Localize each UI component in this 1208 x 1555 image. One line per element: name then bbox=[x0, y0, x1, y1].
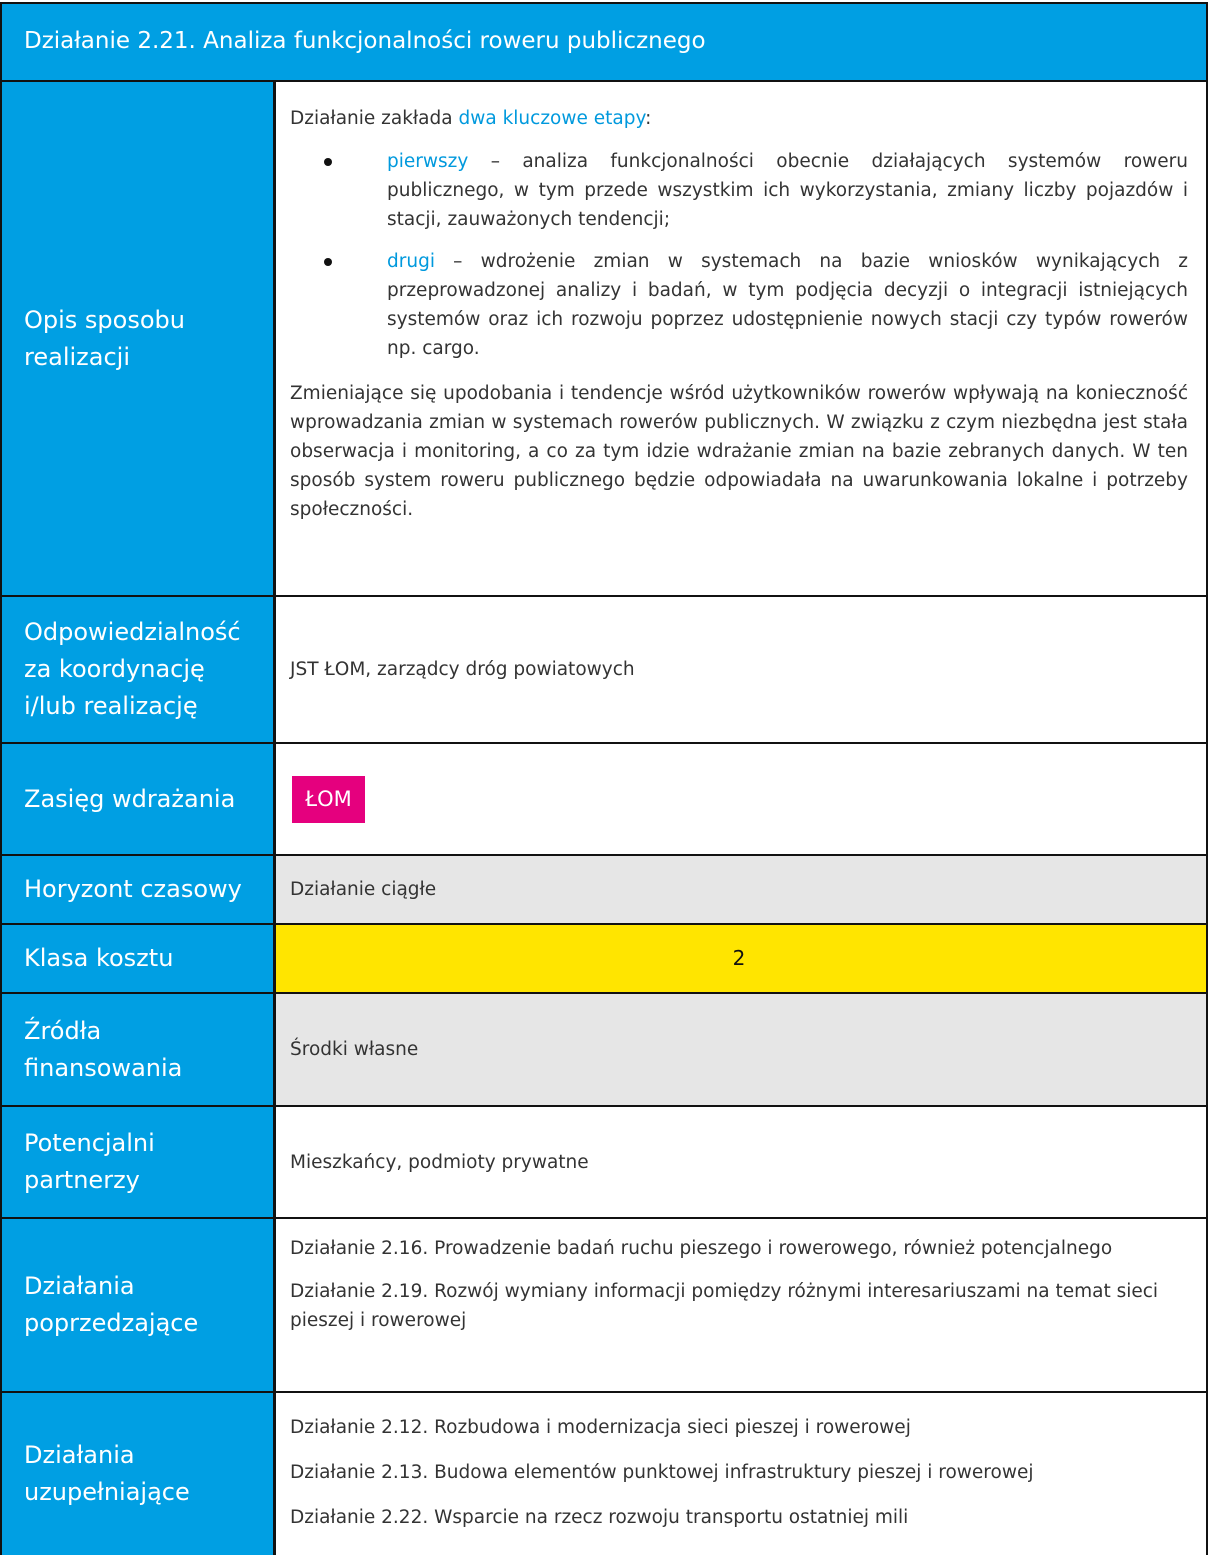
poprzedzajace-item-1: Działanie 2.16. Prowadzenie badań ruchu … bbox=[290, 1238, 1113, 1259]
row-label-partnerzy: Potencjalni partnerzy bbox=[2, 1107, 276, 1217]
row-horyzont: Horyzont czasowy Działanie ciągłe bbox=[0, 856, 1208, 925]
opis-intro-prefix: Działanie zakłada bbox=[290, 108, 459, 129]
opis-bullet-1: pierwszy – analiza funkcjonalności obecn… bbox=[290, 147, 1188, 234]
bullet-text: – wdrożenie zmian w systemach na bazie w… bbox=[387, 251, 1188, 359]
partnerzy-value: Mieszkańcy, podmioty prywatne bbox=[290, 1151, 589, 1173]
zrodla-value: Środki własne bbox=[290, 1039, 419, 1060]
row-content-odpowiedzialnosc: JST ŁOM, zarządcy dróg powiatowych bbox=[276, 597, 1206, 742]
row-zasieg: Zasięg wdrażania ŁOM bbox=[0, 744, 1208, 856]
row-zrodla: Źródła finansowania Środki własne bbox=[0, 994, 1208, 1107]
bullet-keyword: drugi bbox=[387, 251, 435, 272]
row-klasa: Klasa kosztu 2 bbox=[0, 925, 1208, 994]
bullet-dot-icon bbox=[324, 158, 332, 166]
opis-intro-highlight: dwa kluczowe etapy bbox=[458, 108, 646, 129]
row-label-horyzont: Horyzont czasowy bbox=[2, 856, 276, 923]
row-partnerzy: Potencjalni partnerzy Mieszkańcy, podmio… bbox=[0, 1107, 1208, 1219]
klasa-value: 2 bbox=[732, 946, 746, 970]
row-label-zrodla: Źródła finansowania bbox=[2, 994, 276, 1105]
row-content-zasieg: ŁOM bbox=[276, 744, 1206, 854]
bullet-text: – analiza funkcjonalności obecnie działa… bbox=[387, 151, 1188, 230]
uzupelniajace-item-3: Działanie 2.22. Wsparcie na rzecz rozwoj… bbox=[290, 1507, 909, 1528]
row-content-klasa: 2 bbox=[276, 925, 1206, 992]
bullet-keyword: pierwszy bbox=[387, 151, 469, 172]
bullet-dot-icon bbox=[324, 258, 332, 266]
horyzont-value: Działanie ciągłe bbox=[290, 879, 437, 900]
row-content-opis: Działanie zakłada dwa kluczowe etapy: pi… bbox=[276, 82, 1206, 595]
opis-intro: Działanie zakłada dwa kluczowe etapy: bbox=[290, 104, 1188, 133]
lom-badge: ŁOM bbox=[292, 775, 365, 823]
row-label-odpowiedzialnosc: Odpowiedzialność za koordynację i/lub re… bbox=[2, 597, 276, 742]
row-uzupelniajace: Działania uzupełniające Działanie 2.12. … bbox=[0, 1393, 1208, 1555]
row-label-zasieg: Zasięg wdrażania bbox=[2, 744, 276, 854]
poprzedzajace-item-2: Działanie 2.19. Rozwój wymiany informacj… bbox=[290, 1281, 1159, 1331]
opis-intro-suffix: : bbox=[645, 108, 652, 129]
table-title: Działanie 2.21. Analiza funkcjonalności … bbox=[24, 28, 706, 54]
row-label-uzupelniajace: Działania uzupełniające bbox=[2, 1393, 276, 1555]
row-content-zrodla: Środki własne bbox=[276, 994, 1206, 1105]
row-odpowiedzialnosc: Odpowiedzialność za koordynację i/lub re… bbox=[0, 597, 1208, 744]
opis-bullet-2: drugi – wdrożenie zmian w systemach na b… bbox=[290, 247, 1188, 363]
odpowiedzialnosc-value: JST ŁOM, zarządcy dróg powiatowych bbox=[290, 659, 635, 680]
row-content-partnerzy: Mieszkańcy, podmioty prywatne bbox=[276, 1107, 1206, 1217]
row-poprzedzajace: Działania poprzedzające Działanie 2.16. … bbox=[0, 1219, 1208, 1393]
row-label-opis: Opis sposobu realizacji bbox=[2, 82, 276, 595]
row-opis: Opis sposobu realizacji Działanie zakład… bbox=[0, 82, 1208, 597]
row-content-poprzedzajace: Działanie 2.16. Prowadzenie badań ruchu … bbox=[276, 1219, 1206, 1391]
table-title-bar: Działanie 2.21. Analiza funkcjonalności … bbox=[0, 2, 1208, 82]
row-content-horyzont: Działanie ciągłe bbox=[276, 856, 1206, 923]
uzupelniajace-item-2: Działanie 2.13. Budowa elementów punktow… bbox=[290, 1462, 1034, 1483]
uzupelniajace-item-1: Działanie 2.12. Rozbudowa i modernizacja… bbox=[290, 1417, 911, 1438]
row-content-uzupelniajace: Działanie 2.12. Rozbudowa i modernizacja… bbox=[276, 1393, 1206, 1555]
row-label-klasa: Klasa kosztu bbox=[2, 925, 276, 992]
opis-closing: Zmieniające się upodobania i tendencje w… bbox=[290, 383, 1188, 520]
row-label-poprzedzajace: Działania poprzedzające bbox=[2, 1219, 276, 1391]
